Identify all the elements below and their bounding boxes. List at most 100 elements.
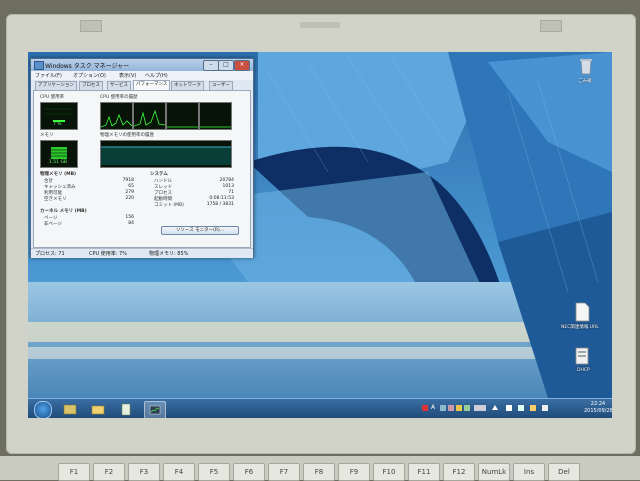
menu-options[interactable]: オプション(O)	[73, 72, 106, 79]
status-processes: プロセス: 71	[35, 251, 65, 257]
menu-help[interactable]: ヘルプ(H)	[145, 72, 168, 79]
clock-time: 22:24	[590, 401, 606, 407]
minimize-button[interactable]: –	[203, 60, 219, 71]
recycle-bin-icon[interactable]	[576, 56, 596, 80]
cpu-usage-label: CPU 使用率	[40, 95, 65, 100]
camera-left-tab	[80, 20, 102, 32]
cpu-usage-value: 7 %	[53, 122, 62, 127]
volume-icon[interactable]	[542, 405, 548, 411]
tab-processes[interactable]: プロセス	[79, 81, 103, 90]
tab-networking[interactable]: ネットワーク	[171, 81, 204, 90]
task-manager-app-icon	[34, 61, 44, 70]
key-f9[interactable]: F9	[338, 463, 370, 481]
ime-settings-icon[interactable]	[448, 405, 454, 411]
network-icon[interactable]	[518, 405, 524, 411]
tab-services[interactable]: サービス	[107, 81, 131, 90]
menu-view[interactable]: 表示(V)	[119, 72, 136, 79]
resource-monitor-button[interactable]: リソース モニター(R)...	[161, 226, 239, 235]
taskbar: A 22:24 2015/09/28	[28, 398, 612, 418]
taskbar-folder-icon[interactable]	[88, 401, 108, 417]
key-ins[interactable]: Ins	[513, 463, 545, 481]
ime-help-icon[interactable]	[464, 405, 470, 411]
power-icon[interactable]	[530, 405, 536, 411]
key-f6[interactable]: F6	[233, 463, 265, 481]
tab-strip: アプリケーション プロセス サービス パフォーマンス ネットワーク ユーザー	[31, 80, 253, 90]
menu-bar: ファイル(F) オプション(O) 表示(V) ヘルプ(H)	[31, 71, 253, 80]
url-shortcut-label: NEC関連情報.URL	[561, 325, 599, 330]
memory-history-label: 物理メモリの使用率の履歴	[100, 133, 154, 138]
status-memory: 物理メモリ: 85%	[149, 251, 189, 257]
camera-right-tab	[540, 20, 562, 32]
show-hidden-icons-chevron-icon[interactable]	[492, 405, 498, 410]
key-f2[interactable]: F2	[93, 463, 125, 481]
recycle-bin-label: ごみ箱	[578, 79, 592, 84]
desktop-screen: Windows タスク マネージャー – □ × ファイル(F) オプション(O…	[28, 52, 612, 418]
status-cpu: CPU 使用率: 7%	[89, 251, 127, 257]
task-manager-titlebar[interactable]: Windows タスク マネージャー – □ ×	[31, 59, 253, 71]
sys-handles-value: 20784	[219, 178, 234, 183]
key-f10[interactable]: F10	[373, 463, 405, 481]
camera-area	[300, 22, 340, 28]
sys-commit-label: コミット (MB)	[154, 203, 184, 208]
memory-label: メモリ	[40, 133, 54, 138]
key-f12[interactable]: F12	[443, 463, 475, 481]
key-f8[interactable]: F8	[303, 463, 335, 481]
status-bar: プロセス: 71 CPU 使用率: 7% 物理メモリ: 85%	[31, 248, 253, 258]
maximize-button[interactable]: □	[218, 60, 234, 71]
taskbar-notepad-icon[interactable]	[116, 401, 136, 417]
key-f1[interactable]: F1	[58, 463, 90, 481]
menu-file[interactable]: ファイル(F)	[35, 72, 62, 79]
cpu-history-graph-core4	[199, 102, 232, 130]
close-button[interactable]: ×	[234, 60, 250, 71]
km-paged-value: 156	[125, 215, 134, 220]
ime-mode-indicator[interactable]: A	[431, 404, 435, 411]
km-nonpaged-value: 84	[128, 221, 134, 226]
cpu-history-label: CPU 使用率の履歴	[100, 95, 138, 100]
antivirus-tray-icon[interactable]	[422, 405, 428, 411]
key-f11[interactable]: F11	[408, 463, 440, 481]
cpu-history-graph-core1	[100, 102, 133, 130]
clock-date: 2015/09/28	[584, 408, 612, 414]
pm-cached-value: 65	[128, 184, 134, 189]
task-manager-window[interactable]: Windows タスク マネージャー – □ × ファイル(F) オプション(O…	[30, 58, 254, 258]
key-f3[interactable]: F3	[128, 463, 160, 481]
key-f5[interactable]: F5	[198, 463, 230, 481]
sys-uptime-value: 0:08:11:53	[209, 196, 234, 201]
dhcp-file-icon[interactable]	[574, 346, 590, 366]
sys-commit-value: 1758 / 3831	[206, 202, 234, 207]
key-f4[interactable]: F4	[163, 463, 195, 481]
ime-pad-icon[interactable]	[440, 405, 446, 411]
memory-value: 1.51 GB	[49, 160, 68, 165]
language-bar-icon[interactable]	[474, 405, 486, 411]
ime-dictionary-icon[interactable]	[456, 405, 462, 411]
performance-panel: CPU 使用率 7 % CPU 使用率の履歴 メモリ 1.51 GB 物理メモリ…	[33, 90, 251, 248]
system-heading: システム	[150, 172, 168, 177]
km-nonpaged-label: 非ページ	[44, 222, 62, 227]
tab-applications[interactable]: アプリケーション	[35, 81, 77, 90]
pm-total-value: 7918	[122, 178, 134, 183]
key-del[interactable]: Del	[548, 463, 580, 481]
taskbar-task-manager-icon[interactable]	[144, 401, 166, 418]
key-f7[interactable]: F7	[268, 463, 300, 481]
start-button[interactable]	[34, 401, 52, 418]
tab-performance[interactable]: パフォーマンス	[133, 80, 171, 90]
cpu-history-graph-core3	[166, 102, 199, 130]
memory-meter: 1.51 GB	[40, 140, 78, 168]
key-numlk[interactable]: NumLk	[478, 463, 510, 481]
cpu-history-graph-core2	[133, 102, 166, 130]
tab-users[interactable]: ユーザー	[209, 81, 233, 90]
clock[interactable]: 22:24 2015/09/28	[584, 401, 612, 415]
pm-free-label: 空きメモリ	[44, 197, 67, 202]
action-center-flag-icon[interactable]	[506, 405, 512, 411]
taskbar-explorer-icon[interactable]	[60, 401, 80, 417]
window-title: Windows タスク マネージャー	[45, 63, 130, 70]
pm-free-value: 220	[125, 196, 134, 201]
kernel-memory-heading: カーネル メモリ (MB)	[40, 209, 87, 214]
url-shortcut-icon[interactable]	[574, 302, 590, 322]
physical-memory-heading: 物理メモリ (MB)	[40, 172, 77, 177]
pm-available-value: 279	[125, 190, 134, 195]
sys-processes-value: 71	[228, 190, 234, 195]
dhcp-file-label: DHCP	[577, 368, 590, 373]
memory-history-graph	[100, 140, 232, 168]
cpu-usage-meter: 7 %	[40, 102, 78, 130]
